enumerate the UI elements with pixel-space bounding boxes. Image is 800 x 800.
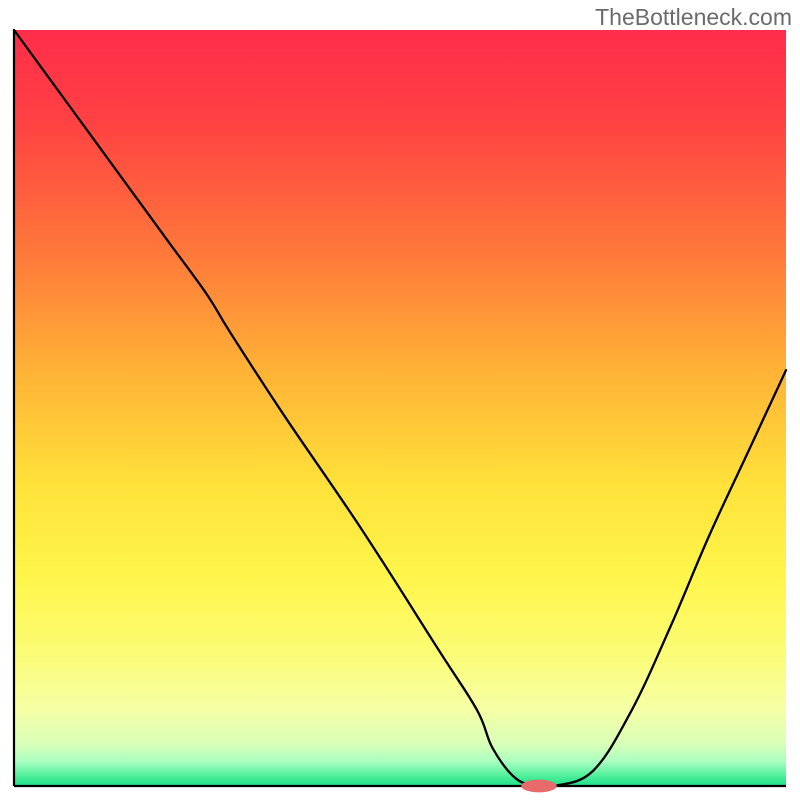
- chart-svg: [0, 0, 800, 800]
- chart-background: [14, 30, 786, 786]
- optimal-marker: [521, 780, 557, 793]
- bottleneck-chart: TheBottleneck.com: [0, 0, 800, 800]
